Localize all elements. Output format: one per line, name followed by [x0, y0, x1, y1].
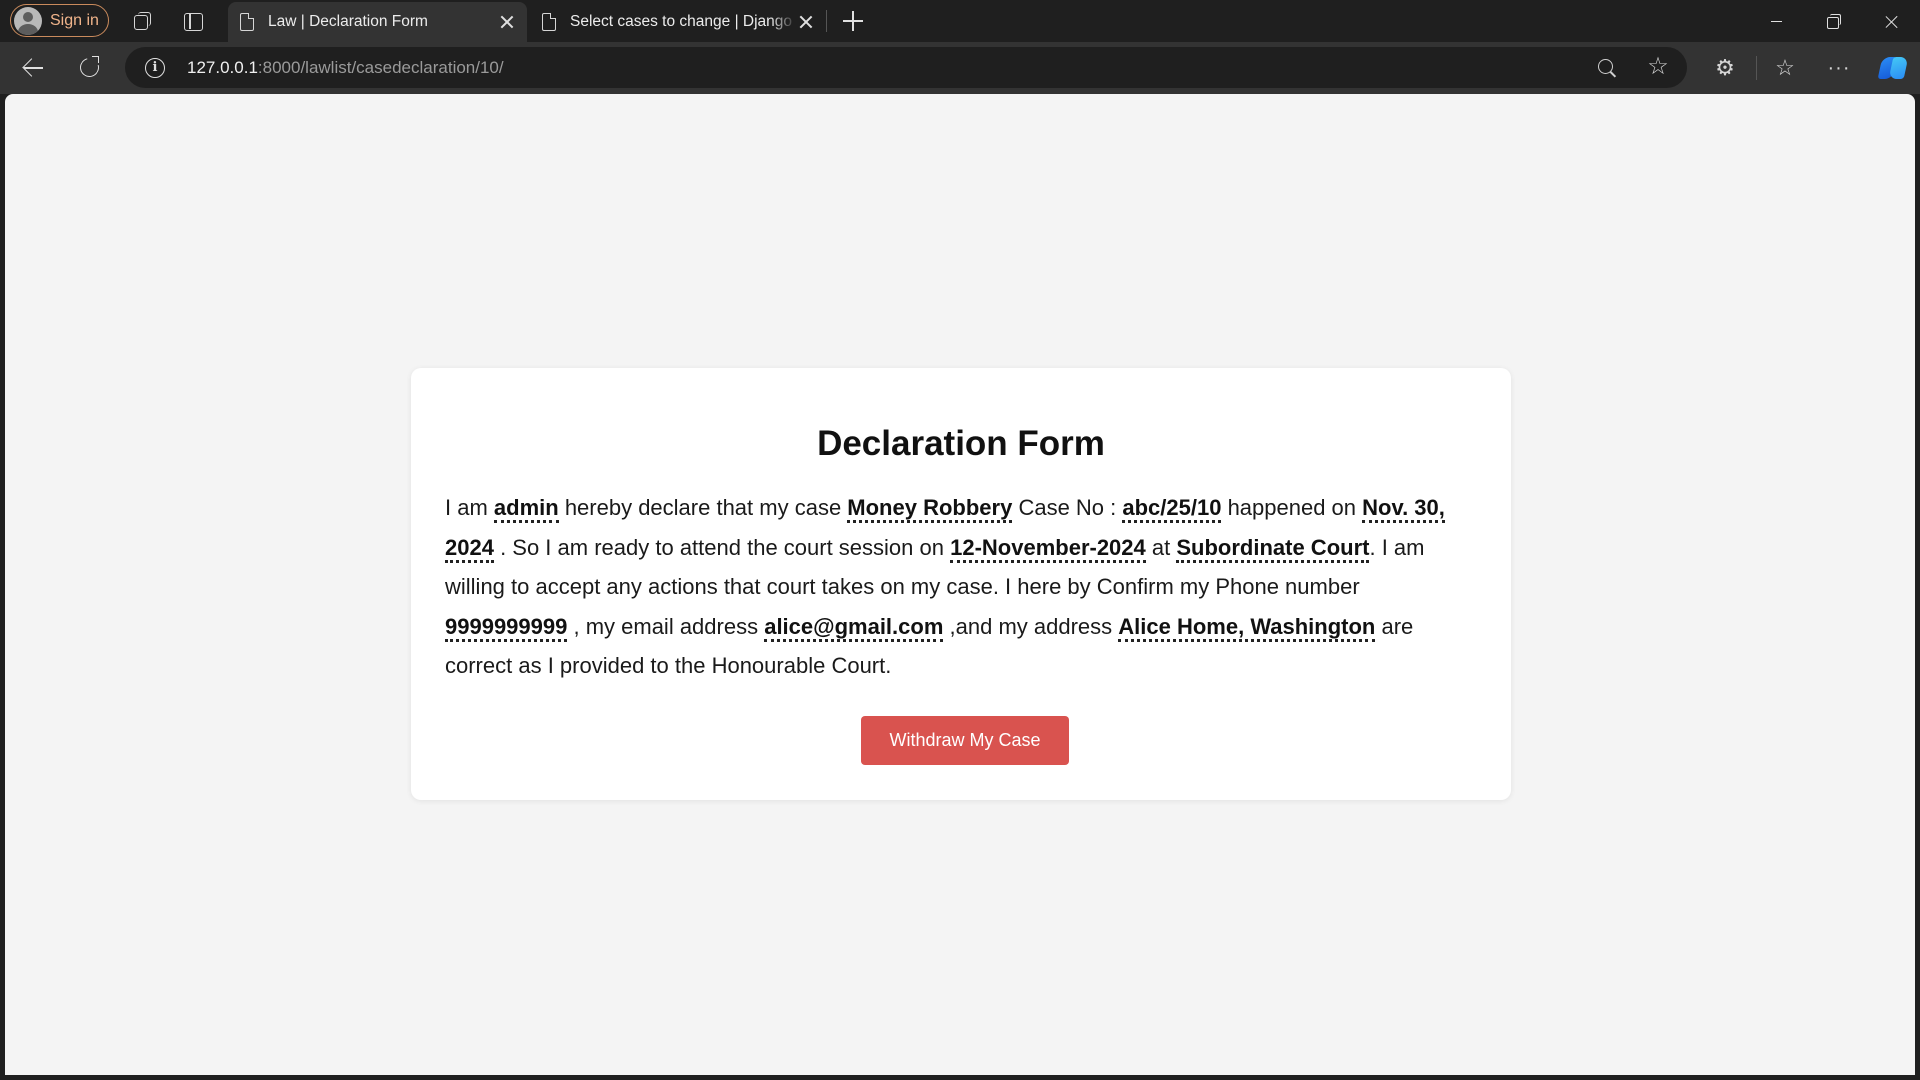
page-icon — [542, 13, 556, 31]
new-tab-icon[interactable] — [841, 9, 865, 33]
window-bottom-border — [0, 1075, 1920, 1080]
copilot-icon[interactable] — [1878, 53, 1908, 83]
page-icon — [240, 13, 254, 31]
statement-text: , my email address — [567, 613, 765, 639]
tab-title: Law | Declaration Form — [268, 13, 428, 30]
statement-text: at — [1145, 534, 1177, 560]
more-icon[interactable]: ··· — [1826, 55, 1852, 81]
court-name: Subordinate Court — [1176, 534, 1370, 563]
reload-icon[interactable] — [76, 54, 104, 82]
statement-text: I am — [445, 495, 494, 520]
statement-text: hereby declare that my case — [558, 495, 848, 520]
minimize-icon[interactable] — [1754, 6, 1798, 36]
email-address: alice@gmail.com — [764, 613, 944, 642]
case-name: Money Robbery — [847, 495, 1013, 523]
avatar-icon — [14, 6, 42, 35]
zoom-icon[interactable] — [1597, 58, 1617, 78]
tab-strip: Sign in Law | Declaration Form Select ca… — [0, 0, 1920, 42]
statement-text: Case No : — [1012, 495, 1123, 520]
withdraw-case-button[interactable]: Withdraw My Case — [861, 716, 1069, 765]
case-number: abc/25/10 — [1122, 495, 1222, 523]
phone-number: 9999999999 — [445, 613, 568, 642]
url-text[interactable]: 127.0.0.1:8000/lawlist/casedeclaration/1… — [187, 58, 504, 78]
tab-title: Select cases to change | Django site adm… — [570, 13, 797, 30]
workspaces-icon[interactable] — [130, 9, 154, 33]
statement-text: . So I am ready to attend the court sess… — [493, 534, 951, 560]
toolbar-separator — [1756, 56, 1757, 80]
url-path: :8000/lawlist/casedeclaration/10/ — [257, 58, 504, 77]
browser-toolbar: i 127.0.0.1:8000/lawlist/casedeclaration… — [0, 42, 1920, 94]
close-window-icon[interactable] — [1869, 6, 1913, 36]
star-icon[interactable]: ☆ — [1645, 54, 1671, 80]
restore-icon[interactable] — [1811, 6, 1855, 36]
declaration-statement: I am admin hereby declare that my case M… — [445, 488, 1475, 686]
address-bar[interactable]: i 127.0.0.1:8000/lawlist/casedeclaration… — [125, 47, 1687, 88]
sign-in-label: Sign in — [50, 11, 99, 29]
page-title: Declaration Form — [817, 424, 1105, 463]
declarant-name: admin — [493, 495, 559, 523]
favorites-icon[interactable]: ☆ — [1772, 55, 1798, 81]
statement-text: ,and my address — [943, 613, 1119, 639]
page-viewport: Declaration Form I am admin hereby decla… — [5, 94, 1915, 1075]
info-icon[interactable]: i — [145, 58, 165, 78]
session-date: 12-November-2024 — [950, 534, 1146, 563]
close-tab-icon[interactable] — [796, 12, 816, 32]
tab-django-admin[interactable]: Select cases to change | Django site adm… — [530, 2, 826, 42]
declaration-card: Declaration Form I am admin hereby decla… — [411, 368, 1511, 800]
close-tab-icon[interactable] — [497, 12, 517, 32]
url-host: 127.0.0.1 — [187, 58, 258, 77]
statement-text: happened on — [1221, 495, 1363, 520]
postal-address: Alice Home, Washington — [1118, 613, 1376, 642]
tab-separator — [826, 10, 827, 32]
sign-in-button[interactable]: Sign in — [10, 4, 109, 37]
tab-actions-icon[interactable] — [181, 9, 205, 33]
extensions-icon[interactable]: ⚙ — [1712, 55, 1738, 81]
tab-law-declaration[interactable]: Law | Declaration Form — [228, 2, 527, 42]
back-icon[interactable] — [20, 54, 48, 82]
